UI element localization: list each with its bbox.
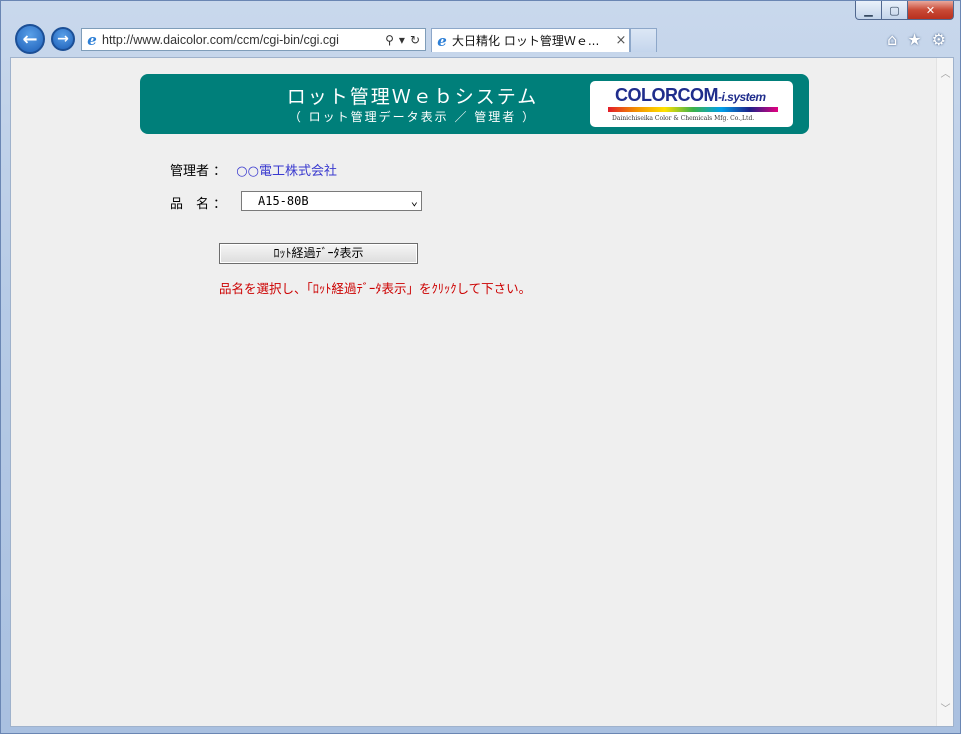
product-select-value: A15-80B bbox=[258, 194, 309, 208]
close-tab-icon[interactable]: × bbox=[613, 33, 629, 48]
logo-color-stripe bbox=[608, 107, 778, 112]
product-label: 品 名 ： bbox=[170, 197, 227, 212]
forward-arrow-icon: → bbox=[57, 31, 69, 47]
admin-label: 管理者 ： bbox=[170, 164, 227, 179]
page-subtitle: （ ロット管理データ表示 ／ 管理者 ） bbox=[288, 110, 537, 124]
gear-icon[interactable]: ⚙ bbox=[932, 30, 946, 49]
back-button[interactable]: ← bbox=[15, 24, 45, 54]
close-window-button[interactable]: ✕ bbox=[908, 1, 954, 20]
address-bar[interactable]: e http://www.daicolor.com/ccm/cgi-bin/cg… bbox=[81, 28, 426, 51]
ie-tab-icon: e bbox=[437, 31, 447, 50]
window-controls: ▁ ▢ ✕ bbox=[855, 1, 954, 20]
colorcom-logo: COLORCOM-i.system Dainichiseika Color & … bbox=[590, 81, 793, 127]
logo-text: COLORCOM-i.system bbox=[615, 85, 766, 105]
new-tab-button[interactable] bbox=[630, 28, 657, 52]
scroll-up-icon[interactable]: ︿ bbox=[937, 66, 953, 83]
back-arrow-icon: ← bbox=[22, 28, 38, 50]
header-banner: ロット管理Ｗｅｂシステム （ ロット管理データ表示 ／ 管理者 ） COLORC… bbox=[140, 74, 809, 134]
page-title: ロット管理Ｗｅｂシステム bbox=[286, 86, 539, 108]
home-icon[interactable]: ⌂ bbox=[887, 30, 897, 49]
ie-page-icon: e bbox=[87, 30, 97, 49]
chevron-down-icon: ⌄ bbox=[410, 194, 418, 208]
admin-value: ○○電工株式会社 bbox=[236, 164, 337, 179]
refresh-icon[interactable]: ↻ bbox=[410, 33, 420, 47]
vertical-scrollbar[interactable]: ︿ ﹀ bbox=[936, 58, 953, 726]
browser-window: ▁ ▢ ✕ ← → e http://www.daicolor.com/ccm/… bbox=[0, 0, 961, 734]
instruction-text: 品名を選択し、「ﾛｯﾄ経過ﾃﾞｰﾀ表示」をｸﾘｯｸして下さい。 bbox=[219, 281, 532, 296]
scroll-down-icon[interactable]: ﹀ bbox=[937, 701, 953, 718]
star-icon[interactable]: ★ bbox=[907, 30, 921, 49]
dropdown-chevron-icon[interactable]: ▾ bbox=[399, 33, 405, 47]
page-viewport: ロット管理Ｗｅｂシステム （ ロット管理データ表示 ／ 管理者 ） COLORC… bbox=[10, 57, 954, 727]
search-icon[interactable]: ⚲ bbox=[385, 33, 394, 47]
forward-button[interactable]: → bbox=[51, 27, 75, 51]
minimize-button[interactable]: ▁ bbox=[855, 1, 882, 20]
tab-active[interactable]: e 大日精化 ロット管理Ｗｅ... × bbox=[431, 28, 630, 52]
product-select[interactable]: A15-80B ⌄ bbox=[241, 191, 422, 211]
tab-title: 大日精化 ロット管理Ｗｅ... bbox=[452, 34, 600, 48]
logo-company: Dainichiseika Color & Chemicals Mfg. Co.… bbox=[612, 115, 755, 122]
toolbar-right: ⌂ ★ ⚙ bbox=[887, 30, 946, 49]
show-lot-data-button[interactable]: ﾛｯﾄ経過ﾃﾞｰﾀ表示 bbox=[219, 243, 418, 264]
maximize-button[interactable]: ▢ bbox=[882, 1, 908, 20]
product-row: 品 名 ： bbox=[170, 193, 226, 212]
address-url[interactable]: http://www.daicolor.com/ccm/cgi-bin/cgi.… bbox=[102, 33, 385, 47]
admin-row: 管理者 ： ○○電工株式会社 bbox=[170, 160, 337, 179]
